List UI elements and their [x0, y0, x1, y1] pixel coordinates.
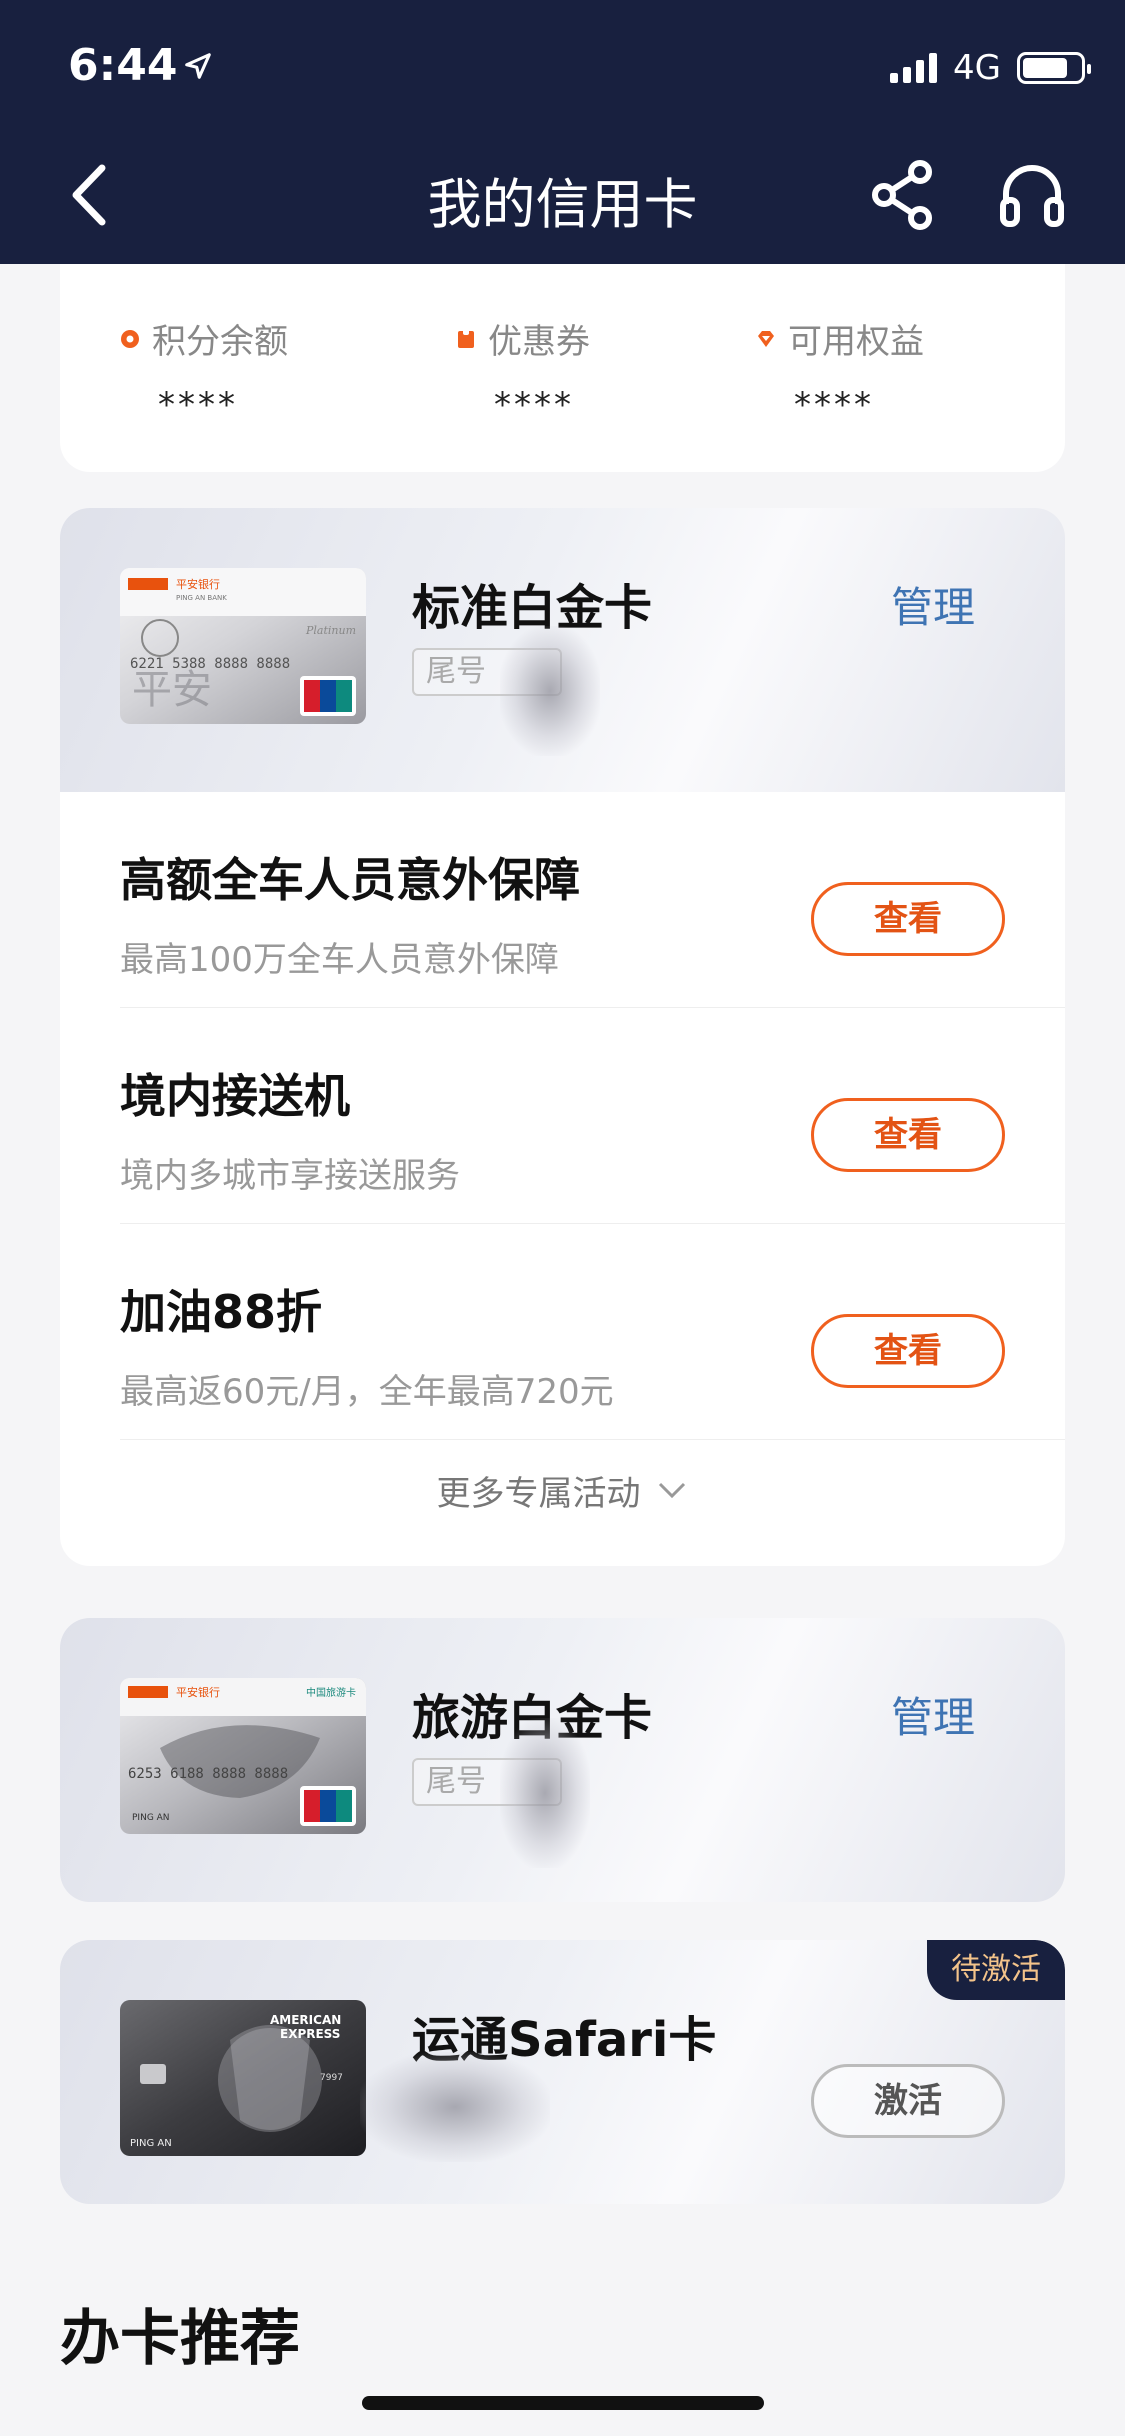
benefit-row: 境内接送机 境内多城市享接送服务 查看 [120, 1008, 1065, 1224]
status-indicators: 4G [890, 48, 1091, 88]
masked-card-number [500, 1718, 590, 1868]
card-image: 平安银行 中国旅游卡 6253 6188 8888 8888 PING AN [120, 1678, 366, 1834]
card-image: 平安银行 PING AN BANK Platinum 6221 5388 888… [120, 568, 366, 724]
network-type: 4G [953, 48, 1001, 88]
svg-text:EXPRESS: EXPRESS [280, 2027, 340, 2041]
view-button[interactable]: 查看 [811, 882, 1005, 956]
benefit-title: 加油88折 [120, 1285, 323, 1339]
benefit-row: 高额全车人员意外保障 最高100万全车人员意外保障 查看 [120, 792, 1065, 1008]
card-image: AMERICAN EXPRESS 7997 PING AN [120, 2000, 366, 2156]
available-rights[interactable]: 可用权益 **** [756, 314, 924, 425]
points-label: 积分余额 [152, 322, 288, 362]
benefit-title: 高额全车人员意外保障 [120, 853, 580, 907]
view-button[interactable]: 查看 [811, 1314, 1005, 1388]
more-activities-label: 更多专属活动 [436, 1474, 641, 1514]
svg-text:AMERICAN: AMERICAN [270, 2013, 341, 2027]
credit-card-standard-platinum: 平安银行 PING AN BANK Platinum 6221 5388 888… [60, 508, 1065, 1566]
points-value: **** [158, 385, 238, 425]
activate-button[interactable]: 激活 [811, 2064, 1005, 2138]
rights-label: 可用权益 [788, 322, 924, 362]
svg-text:平安银行: 平安银行 [176, 577, 220, 591]
manage-card-link[interactable]: 管理 [891, 574, 975, 635]
points-balance[interactable]: 积分余额 **** [120, 314, 288, 425]
home-indicator[interactable] [362, 2396, 764, 2410]
card-header: AMERICAN EXPRESS 7997 PING AN 运通Safari卡 … [60, 1940, 1065, 2204]
svg-text:Platinum: Platinum [305, 624, 356, 637]
credit-card-amex-safari: AMERICAN EXPRESS 7997 PING AN 运通Safari卡 … [60, 1940, 1065, 2204]
card-benefits: 高额全车人员意外保障 最高100万全车人员意外保障 查看 境内接送机 境内多城市… [60, 792, 1065, 1566]
location-arrow-icon [185, 52, 212, 79]
svg-text:平安: 平安 [132, 667, 212, 713]
points-summary: 积分余额 **** 优惠券 **** 可用权益 **** [60, 264, 1065, 472]
share-icon[interactable] [868, 158, 938, 232]
card-header: 平安银行 中国旅游卡 6253 6188 8888 8888 PING AN 旅… [60, 1618, 1065, 1902]
svg-text:7997: 7997 [320, 2073, 343, 2083]
status-time: 6:44 [68, 40, 213, 91]
chevron-down-icon [658, 1482, 685, 1499]
benefit-subtitle: 最高返60元/月，全年最高720元 [120, 1372, 614, 1412]
signal-icon [890, 53, 938, 83]
coupon-label: 优惠券 [488, 322, 590, 362]
svg-text:PING AN BANK: PING AN BANK [176, 594, 227, 602]
rights-value: **** [794, 385, 874, 425]
credit-card-travel-platinum: 平安银行 中国旅游卡 6253 6188 8888 8888 PING AN 旅… [60, 1618, 1065, 1902]
coupon-icon [458, 328, 474, 348]
svg-text:平安银行: 平安银行 [176, 1685, 220, 1699]
svg-text:PING AN: PING AN [132, 1813, 170, 1823]
benefit-title: 境内接送机 [120, 1069, 350, 1123]
pending-activation-badge: 待激活 [927, 1940, 1065, 2000]
svg-text:PING AN: PING AN [130, 2138, 172, 2149]
page-title: 我的信用卡 [427, 173, 698, 236]
benefit-row: 加油88折 最高返60元/月，全年最高720元 查看 [120, 1224, 1065, 1440]
svg-text:6253 6188 8888 8888: 6253 6188 8888 8888 [128, 1766, 288, 1782]
gem-icon [758, 330, 774, 347]
app-header: 6:44 4G 我的信用卡 [0, 0, 1125, 264]
benefit-subtitle: 最高100万全车人员意外保障 [120, 940, 559, 980]
headset-icon[interactable] [998, 160, 1066, 228]
section-title-card-recommend: 办卡推荐 [60, 2304, 300, 2374]
coupon-value: **** [494, 385, 574, 425]
card-header: 平安银行 PING AN BANK Platinum 6221 5388 888… [60, 508, 1065, 792]
coupons[interactable]: 优惠券 **** [456, 314, 590, 425]
masked-card-number [500, 626, 600, 756]
masked-card-number [360, 2052, 550, 2162]
more-activities-link[interactable]: 更多专属活动 [60, 1440, 1065, 1566]
points-dot-icon [121, 329, 139, 348]
svg-text:中国旅游卡: 中国旅游卡 [306, 1686, 356, 1699]
manage-card-link[interactable]: 管理 [891, 1684, 975, 1745]
benefit-subtitle: 境内多城市享接送服务 [120, 1156, 460, 1196]
battery-icon [1017, 52, 1091, 84]
view-button[interactable]: 查看 [811, 1098, 1005, 1172]
